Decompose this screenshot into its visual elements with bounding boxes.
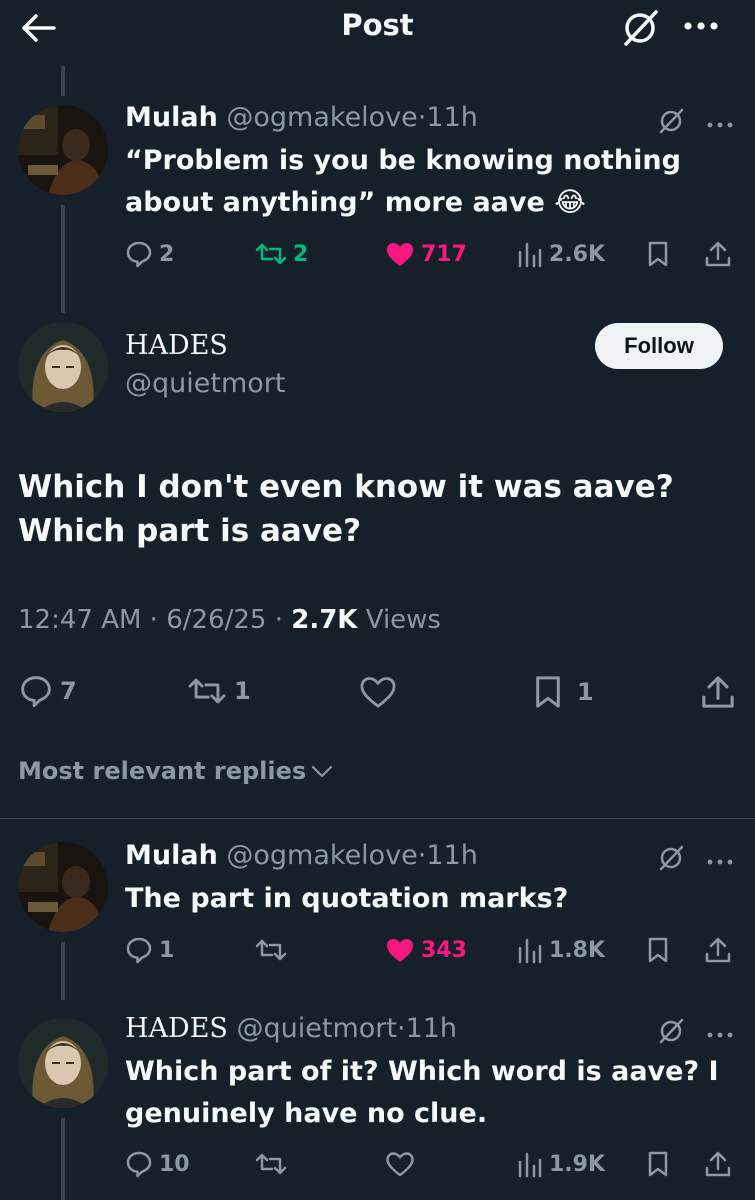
more-options-button[interactable] <box>682 18 722 37</box>
like-button[interactable]: 717 <box>385 240 467 268</box>
bookmark-button[interactable] <box>647 936 669 964</box>
more-options-button[interactable] <box>706 1025 734 1044</box>
bookmark-icon <box>536 676 560 708</box>
reply-icon <box>126 241 152 268</box>
bookmark-icon <box>648 937 668 963</box>
retweet-icon <box>255 939 287 961</box>
more-options-button[interactable] <box>706 852 734 871</box>
more-icon <box>707 122 733 128</box>
display-name[interactable]: HADES <box>125 1013 228 1044</box>
retweet-icon <box>255 243 287 265</box>
like-button[interactable] <box>385 1150 415 1178</box>
timestamp[interactable]: 11h <box>426 102 477 133</box>
share-button[interactable] <box>704 240 732 268</box>
username[interactable]: @quietmort <box>125 368 285 399</box>
tweet-date[interactable]: 6/26/25 <box>166 605 266 635</box>
reply-icon <box>21 676 51 708</box>
more-options-button[interactable] <box>706 115 734 134</box>
avatar[interactable] <box>18 1018 108 1108</box>
grok-button[interactable] <box>656 1016 686 1050</box>
username[interactable]: @ogmakelove <box>226 840 417 871</box>
tweet-time[interactable]: 12:47 AM <box>18 605 141 635</box>
like-button[interactable] <box>358 674 398 710</box>
timestamp[interactable]: 11h <box>406 1013 457 1044</box>
username[interactable]: @quietmort <box>237 1013 397 1044</box>
heart-icon <box>386 1152 414 1177</box>
reply-button[interactable]: 10 <box>125 1150 190 1178</box>
retweet-button[interactable]: 1 <box>186 674 251 708</box>
tweet-text: The part in quotation marks? <box>125 883 569 914</box>
grok-icon <box>659 108 684 134</box>
tweet-text: “Problem is you be knowing nothing about… <box>125 145 681 218</box>
bookmark-icon <box>648 241 668 267</box>
tweet-header: HADES @quietmort·11h <box>125 1013 458 1044</box>
reply-button[interactable]: 7 <box>18 674 77 708</box>
grok-button[interactable] <box>656 843 686 877</box>
divider <box>0 818 755 819</box>
display-name[interactable]: Mulah <box>125 840 218 871</box>
tweet-header: Mulah @ogmakelove·11h <box>125 102 478 133</box>
bookmark-icon <box>648 1151 668 1177</box>
heart-filled-icon <box>387 243 413 266</box>
share-icon <box>702 676 734 708</box>
tweet-meta: 12:47 AM · 6/26/25 · 2.7K Views <box>18 605 441 635</box>
more-icon <box>707 859 733 865</box>
share-icon <box>705 1151 731 1177</box>
chevron-down-icon <box>312 765 333 778</box>
views-icon <box>518 938 542 964</box>
views-button[interactable]: 2.6K <box>517 240 605 268</box>
heart-filled-icon <box>387 939 413 962</box>
username[interactable]: @ogmakelove <box>226 102 417 133</box>
reply-icon <box>126 1151 152 1178</box>
avatar[interactable] <box>18 322 108 412</box>
share-button[interactable] <box>704 1150 732 1178</box>
replies-sort-dropdown[interactable]: Most relevant replies <box>18 757 334 785</box>
share-button[interactable] <box>704 936 732 964</box>
reply-button[interactable]: 2 <box>125 240 174 268</box>
share-button[interactable] <box>700 674 736 710</box>
avatar[interactable] <box>18 105 108 195</box>
bookmark-button[interactable] <box>647 1150 669 1178</box>
views-icon <box>518 242 542 268</box>
bookmark-button[interactable]: 1 <box>533 674 594 710</box>
display-name[interactable]: HADES <box>125 330 228 361</box>
grok-icon <box>659 845 684 871</box>
grok-button[interactable] <box>656 106 686 140</box>
timestamp[interactable]: 11h <box>426 840 477 871</box>
retweet-icon <box>188 678 226 704</box>
views-label: Views <box>365 605 441 635</box>
views-count: 2.7K <box>291 605 358 635</box>
like-button[interactable]: 343 <box>385 936 467 964</box>
share-icon <box>705 937 731 963</box>
views-button[interactable]: 1.8K <box>517 936 605 964</box>
reply-icon <box>126 937 152 964</box>
display-name[interactable]: Mulah <box>125 102 218 133</box>
thread-line <box>61 1118 65 1200</box>
avatar[interactable] <box>18 842 108 932</box>
share-icon <box>705 241 731 267</box>
views-button[interactable]: 1.9K <box>517 1150 605 1178</box>
retweet-button[interactable] <box>255 936 287 964</box>
retweet-icon <box>255 1153 287 1175</box>
more-icon <box>684 22 718 30</box>
tweet-text: Which part of it? Which word is aave? I … <box>125 1056 719 1129</box>
bookmark-button[interactable] <box>647 240 669 268</box>
tweet-text: Which I don't even know it was aave? Whi… <box>18 469 674 549</box>
grok-icon <box>659 1018 684 1044</box>
retweet-button[interactable] <box>255 1150 287 1178</box>
thread-line <box>61 66 65 96</box>
heart-icon <box>360 677 396 708</box>
reply-button[interactable]: 1 <box>125 936 174 964</box>
grok-icon <box>624 10 658 46</box>
views-icon <box>518 1152 542 1178</box>
thread-line <box>61 205 65 313</box>
more-icon <box>707 1032 733 1038</box>
grok-button[interactable] <box>618 6 662 54</box>
thread-line <box>61 942 65 1000</box>
follow-button[interactable]: Follow <box>595 323 723 369</box>
tweet-header: Mulah @ogmakelove·11h <box>125 840 478 871</box>
retweet-button[interactable]: 2 <box>255 240 308 268</box>
